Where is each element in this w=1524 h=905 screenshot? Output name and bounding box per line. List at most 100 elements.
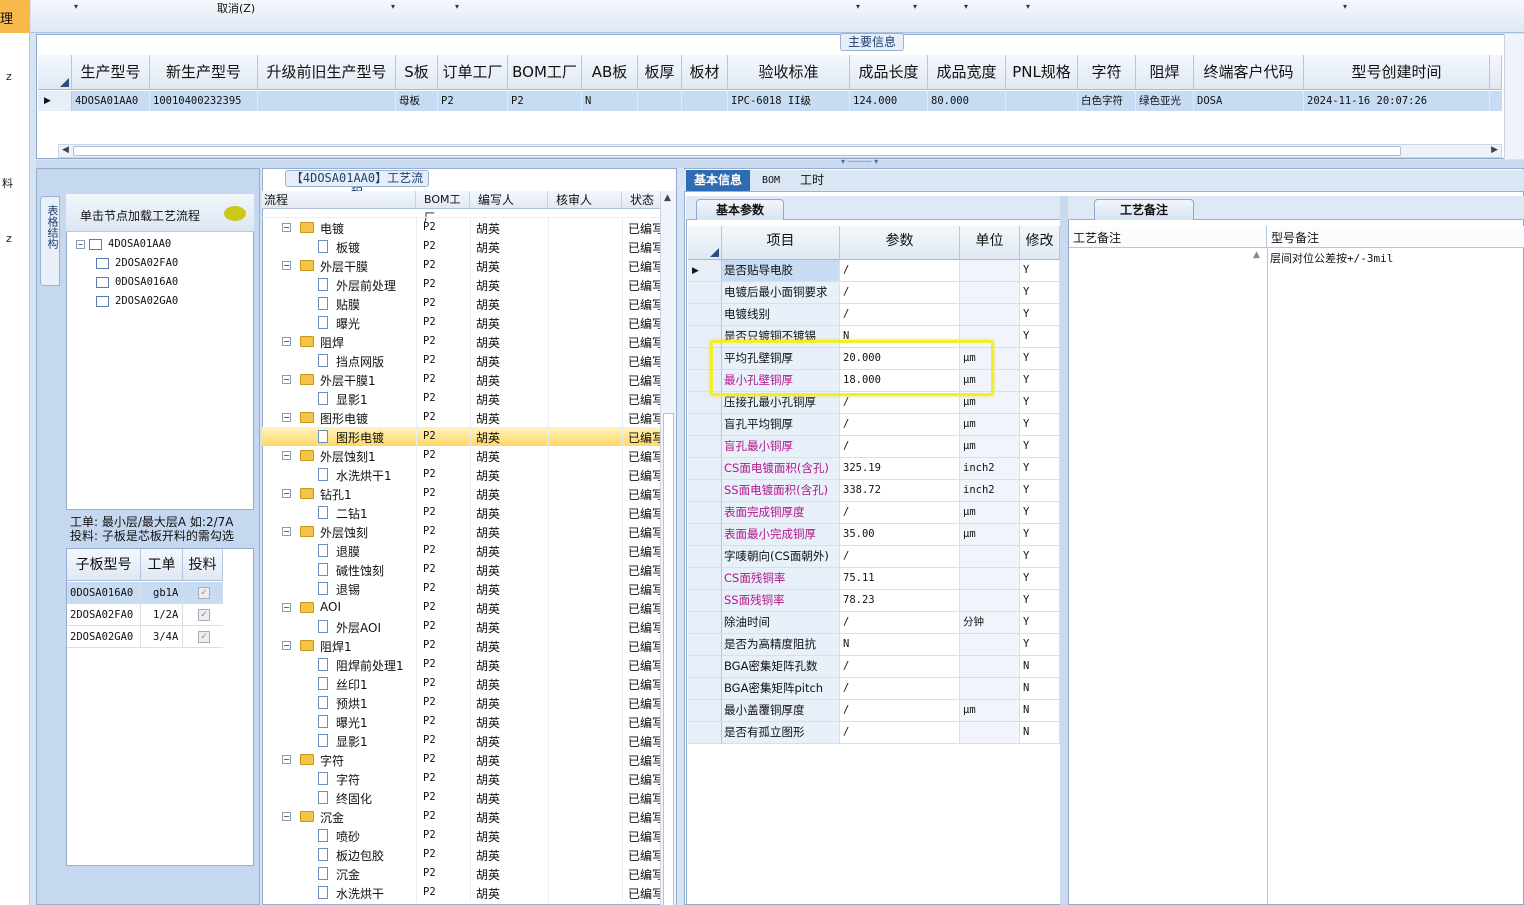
scroll-up-icon[interactable]: ▲	[1253, 250, 1260, 260]
param-col-header[interactable]: 单位	[960, 226, 1020, 260]
tab-work-hours[interactable]: 工时	[792, 170, 832, 191]
column-header[interactable]: S板	[396, 55, 438, 90]
chevron-down-icon[interactable]: ▾	[74, 2, 78, 11]
column-header[interactable]: 型号创建时间	[1304, 55, 1490, 90]
param-cell-param[interactable]: N	[840, 634, 960, 656]
param-cell-param[interactable]: 75.11	[840, 568, 960, 590]
param-cell-mod[interactable]: N	[1020, 678, 1060, 700]
process-row[interactable]: 字符 P2 胡英 已编写	[262, 769, 662, 788]
scroll-left-icon[interactable]: ◀	[62, 145, 69, 155]
sub-table-cell[interactable]: 2DOSA02FA0	[67, 604, 141, 626]
column-header[interactable]: 生产型号	[72, 55, 150, 90]
column-header[interactable]: 新生产型号	[150, 55, 258, 90]
sub-table-header[interactable]: 投料	[183, 549, 223, 581]
param-cell-unit[interactable]: μm	[960, 414, 1020, 436]
sub-table-cell[interactable]: 2DOSA02GA0	[67, 626, 141, 648]
process-row[interactable]: 板边包胶 P2 胡英 已编写	[262, 845, 662, 864]
vertical-scrollbar[interactable]	[1504, 34, 1524, 159]
process-row[interactable]: 退锡 P2 胡英 已编写	[262, 579, 662, 598]
param-cell-param[interactable]: /	[840, 282, 960, 304]
param-cell-param[interactable]: /	[840, 546, 960, 568]
process-row[interactable]: 沉金 P2 胡英 已编写	[262, 864, 662, 883]
process-row[interactable]: 显影1 P2 胡英 已编写	[262, 731, 662, 750]
collapse-icon[interactable]: −	[282, 261, 291, 270]
process-row[interactable]: − 外层蚀刻1 P2 胡英 已编写	[262, 446, 662, 465]
sub-table-header[interactable]: 子板型号	[67, 549, 141, 581]
column-header[interactable]: 成品长度	[850, 55, 928, 90]
process-row[interactable]: 水洗烘干 P2 胡英 已编写	[262, 883, 662, 902]
tab-table-structure[interactable]: 表格结构	[40, 196, 60, 286]
process-row[interactable]: 终固化 P2 胡英 已编写	[262, 788, 662, 807]
param-cell-param[interactable]: /	[840, 304, 960, 326]
process-col-header[interactable]: 流程	[262, 191, 416, 209]
process-row[interactable]: 丝印1 P2 胡英 已编写	[262, 674, 662, 693]
grid-cell[interactable]: 白色字符	[1078, 91, 1136, 111]
process-row[interactable]: 喷砂 P2 胡英 已编写	[262, 826, 662, 845]
column-header[interactable]: 字符	[1078, 55, 1136, 90]
param-cell-unit[interactable]: μm	[960, 524, 1020, 546]
process-row[interactable]: 外层前处理 P2 胡英 已编写	[262, 275, 662, 294]
param-cell-mod[interactable]: Y	[1020, 524, 1060, 546]
process-row[interactable]: − 阻焊1 P2 胡英 已编写	[262, 636, 662, 655]
process-row[interactable]: − 字符 P2 胡英 已编写	[262, 750, 662, 769]
process-row[interactable]: 板镀 P2 胡英 已编写	[262, 237, 662, 256]
param-cell-param[interactable]: /	[840, 436, 960, 458]
process-row[interactable]: 显影1 P2 胡英 已编写	[262, 389, 662, 408]
process-row[interactable]: − AOI P2 胡英 已编写	[262, 598, 662, 617]
param-cell-mod[interactable]: Y	[1020, 634, 1060, 656]
param-cell-param[interactable]: /	[840, 722, 960, 744]
param-cell-unit[interactable]	[960, 546, 1020, 568]
param-cell-mod[interactable]: N	[1020, 656, 1060, 678]
grid-cell[interactable]: 10010400232395	[150, 91, 258, 111]
collapse-icon[interactable]: −	[282, 527, 291, 536]
feed-checkbox[interactable]: ✓	[198, 587, 210, 599]
process-col-header[interactable]: 编写人	[470, 191, 548, 209]
column-header[interactable]: BOM工厂	[508, 55, 582, 90]
grid-cell[interactable]: 124.000	[850, 91, 928, 111]
param-cell-unit[interactable]: 分钟	[960, 612, 1020, 634]
horizontal-scrollbar[interactable]: ◀ ▶	[58, 144, 1502, 158]
param-cell-param[interactable]: 325.19	[840, 458, 960, 480]
grid-cell[interactable]: DOSA	[1194, 91, 1304, 111]
cancel-button[interactable]: 取消(Z)	[217, 0, 255, 16]
process-row[interactable]: − 图形电镀 P2 胡英 已编写	[262, 408, 662, 427]
param-cell-unit[interactable]	[960, 678, 1020, 700]
process-row[interactable]: − 阻焊 P2 胡英 已编写	[262, 332, 662, 351]
process-row[interactable]: 碱性蚀刻 P2 胡英 已编写	[262, 560, 662, 579]
column-header[interactable]: PNL规格	[1006, 55, 1078, 90]
grid-cell[interactable]: P2	[508, 91, 582, 111]
grid-cell[interactable]: P2	[438, 91, 508, 111]
grid-cell[interactable]: 母板	[396, 91, 438, 111]
param-cell-mod[interactable]: Y	[1020, 370, 1060, 392]
grid-cell[interactable]	[258, 91, 396, 111]
process-row[interactable]: 阻焊前处理1 P2 胡英 已编写	[262, 655, 662, 674]
param-cell-unit[interactable]: μm	[960, 502, 1020, 524]
collapse-icon[interactable]: −	[282, 755, 291, 764]
collapse-icon[interactable]: −	[282, 223, 291, 232]
param-col-header[interactable]: 修改	[1020, 226, 1060, 260]
param-cell-param[interactable]: /	[840, 502, 960, 524]
param-cell-unit[interactable]	[960, 590, 1020, 612]
param-cell-mod[interactable]: Y	[1020, 458, 1060, 480]
sub-table-cell[interactable]: 3/4A	[141, 626, 183, 648]
param-cell-unit[interactable]	[960, 260, 1020, 282]
collapse-icon[interactable]: −	[76, 240, 85, 249]
param-cell-unit[interactable]	[960, 304, 1020, 326]
param-cell-mod[interactable]: Y	[1020, 414, 1060, 436]
process-row[interactable]: 退膜 P2 胡英 已编写	[262, 541, 662, 560]
process-row[interactable]: 贴膜 P2 胡英 已编写	[262, 294, 662, 313]
grid-cell[interactable]: 80.000	[928, 91, 1006, 111]
column-header[interactable]: 订单工厂	[438, 55, 508, 90]
tab-basic-info[interactable]: 基本信息	[686, 170, 750, 191]
sub-table-header[interactable]: 工单	[141, 549, 183, 581]
param-cell-unit[interactable]: μm	[960, 436, 1020, 458]
sub-table-cell[interactable]: 1/2A	[141, 604, 183, 626]
grid-cell[interactable]: 绿色亚光	[1136, 91, 1194, 111]
param-cell-param[interactable]: 78.23	[840, 590, 960, 612]
model-note-text[interactable]: 层间对位公差按+/-3mil	[1270, 250, 1393, 266]
param-cell-param[interactable]: /	[840, 414, 960, 436]
process-row[interactable]: − 钻孔1 P2 胡英 已编写	[262, 484, 662, 503]
grid-cell[interactable]	[1006, 91, 1078, 111]
splitter[interactable]: ▾ ┈┈┈┈┈ ▾	[36, 157, 1524, 168]
process-row[interactable]: − 电镀 P2 胡英 已编写	[262, 218, 662, 237]
